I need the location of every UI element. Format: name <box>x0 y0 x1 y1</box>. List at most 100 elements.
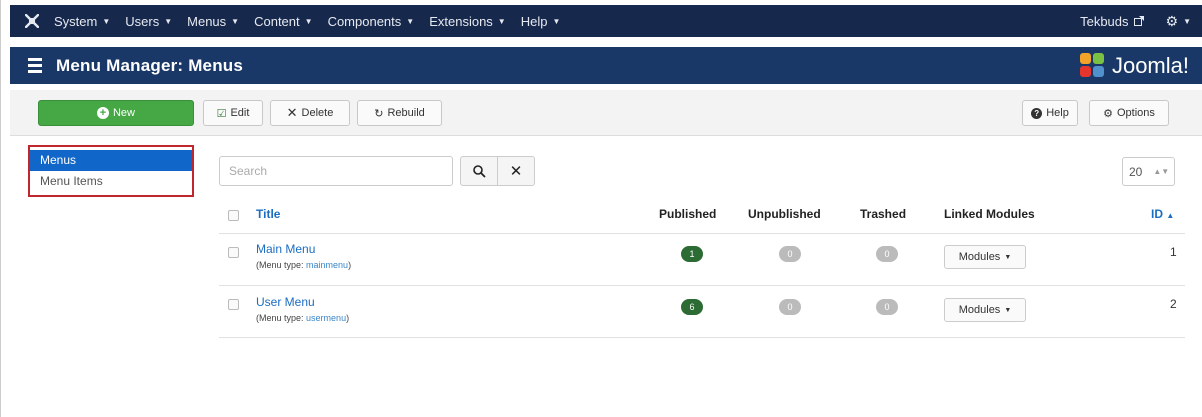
site-name: Tekbuds <box>1080 13 1129 29</box>
external-link-icon <box>1133 16 1144 26</box>
sidebar: Menus Menu Items <box>28 145 194 197</box>
menu-type-suffix: ) <box>346 313 350 323</box>
modules-dropdown-button[interactable]: Modules ▼ <box>944 298 1026 322</box>
page: System ▼ Users ▼ Menus ▼ Content ▼ Component… <box>0 0 1202 417</box>
nav-menu-content[interactable]: Content ▼ <box>254 14 312 29</box>
menu-type-suffix: ) <box>348 260 352 270</box>
joomla-logo-text: Joomla! <box>1111 52 1189 78</box>
column-header-linked-modules: Linked Modules <box>944 207 1035 221</box>
table-header-row: Title Published Unpublished Trashed Link… <box>219 198 1185 234</box>
caret-down-icon: ▼ <box>231 16 240 26</box>
nav-menu-components[interactable]: Components ▼ <box>328 14 415 29</box>
refresh-icon: ↻ <box>374 107 384 120</box>
delete-x-icon: ✕ <box>286 105 298 120</box>
menus-table: Title Published Unpublished Trashed Link… <box>219 198 1185 338</box>
modules-dropdown-button[interactable]: Modules ▼ <box>944 245 1026 269</box>
edit-icon: ☑ <box>216 107 227 120</box>
caret-down-icon: ▼ <box>1004 306 1012 314</box>
joomla-logo: Joomla! <box>1079 52 1189 79</box>
column-header-trashed: Trashed <box>860 207 907 221</box>
delete-button[interactable]: ✕ Delete <box>270 100 350 126</box>
table-row: Main Menu (Menu type: mainmenu) 1 0 0 Mo… <box>219 234 1185 286</box>
menu-type-text: (Menu type: usermenu) <box>256 313 349 323</box>
search-icon <box>472 164 486 178</box>
page-title: Menu Manager: Menus <box>56 55 244 75</box>
caret-down-icon: ▼ <box>552 16 561 26</box>
edit-button-label: Edit <box>230 107 250 119</box>
trashed-count-badge[interactable]: 0 <box>876 299 898 315</box>
menu-type-prefix: (Menu type: <box>256 260 304 270</box>
joomla-icon[interactable] <box>24 13 40 29</box>
options-button[interactable]: ⚙ Options <box>1089 100 1169 126</box>
menu-title-link[interactable]: User Menu <box>256 295 315 309</box>
menu-id: 1 <box>1170 245 1177 259</box>
column-header-title[interactable]: Title <box>256 207 280 221</box>
modules-label: Modules <box>958 251 1001 263</box>
rebuild-button[interactable]: ↻ Rebuild <box>357 100 442 126</box>
nav-menu-extensions[interactable]: Extensions ▼ <box>429 14 506 29</box>
new-button-label: New <box>112 107 135 119</box>
nav-menu-label: Content <box>254 13 300 29</box>
nav-menu-users[interactable]: Users ▼ <box>125 14 172 29</box>
caret-down-icon: ▼ <box>164 16 173 26</box>
sort-caret-icon: ▲ <box>1166 211 1175 220</box>
caret-down-icon: ▼ <box>1183 16 1191 26</box>
caret-down-icon: ▼ <box>102 16 111 26</box>
list-icon <box>28 58 42 73</box>
top-navbar: System ▼ Users ▼ Menus ▼ Content ▼ Component… <box>10 5 1202 37</box>
sidebar-item-menus[interactable]: Menus <box>30 150 192 171</box>
unpublished-count-badge[interactable]: 0 <box>779 299 801 315</box>
column-header-unpublished: Unpublished <box>748 207 821 221</box>
nav-menu-help[interactable]: Help ▼ <box>521 14 561 29</box>
new-button[interactable]: + New <box>38 100 194 126</box>
delete-button-label: Delete <box>301 107 334 119</box>
menu-type-text: (Menu type: mainmenu) <box>256 260 351 270</box>
list-limit-select[interactable]: 20 ▲▼ <box>1122 157 1175 186</box>
joomla-logo-icon <box>1079 52 1106 79</box>
plus-circle-icon: + <box>96 107 109 119</box>
select-arrows-icon: ▲▼ <box>1153 167 1170 176</box>
unpublished-count-badge[interactable]: 0 <box>779 246 801 262</box>
caret-down-icon: ▼ <box>406 16 415 26</box>
row-checkbox[interactable] <box>228 247 239 258</box>
search-button[interactable] <box>460 156 498 186</box>
modules-label: Modules <box>958 304 1001 316</box>
nav-menu-label: Users <box>125 13 160 29</box>
menu-type-value: usermenu <box>306 313 347 323</box>
clear-search-button[interactable]: ✕ <box>497 156 535 186</box>
gear-icon: ⚙ <box>1165 12 1179 29</box>
column-header-id-label: ID <box>1151 207 1163 221</box>
toolbar: + New ☑ Edit ✕ Delete ↻ Rebuild ? Help ⚙… <box>10 90 1202 136</box>
menu-type-value: mainmenu <box>306 260 349 270</box>
caret-down-icon: ▼ <box>1004 253 1012 261</box>
help-button[interactable]: ? Help <box>1022 100 1078 126</box>
nav-menu-label: Extensions <box>429 13 493 29</box>
column-header-id[interactable]: ID ▲ <box>1151 207 1174 221</box>
menu-title-link[interactable]: Main Menu <box>256 242 315 256</box>
nav-menu-label: System <box>54 13 98 29</box>
user-settings-menu[interactable]: ⚙ ▼ <box>1166 13 1191 30</box>
published-count-badge[interactable]: 6 <box>681 299 703 315</box>
search-input[interactable]: Search <box>219 156 453 186</box>
edit-button[interactable]: ☑ Edit <box>203 100 263 126</box>
check-all-checkbox[interactable] <box>228 210 239 221</box>
sidebar-item-menu-items[interactable]: Menu Items <box>30 171 192 192</box>
site-link[interactable]: Tekbuds <box>1080 13 1144 29</box>
nav-menu-menus[interactable]: Menus ▼ <box>187 14 239 29</box>
list-limit-value: 20 <box>1129 164 1143 179</box>
rebuild-button-label: Rebuild <box>387 107 425 119</box>
caret-down-icon: ▼ <box>304 16 313 26</box>
column-header-published: Published <box>659 207 717 221</box>
nav-menu-label: Help <box>520 13 548 29</box>
options-button-label: Options <box>1116 107 1155 119</box>
nav-menu-label: Components <box>327 13 402 29</box>
trashed-count-badge[interactable]: 0 <box>876 246 898 262</box>
menu-type-prefix: (Menu type: <box>256 313 304 323</box>
published-count-badge[interactable]: 1 <box>681 246 703 262</box>
nav-menu-system[interactable]: System ▼ <box>54 14 110 29</box>
gear-icon: ⚙ <box>1103 107 1113 120</box>
menu-id: 2 <box>1170 297 1177 311</box>
close-icon: ✕ <box>509 163 523 180</box>
help-button-label: Help <box>1046 107 1069 119</box>
row-checkbox[interactable] <box>228 299 239 310</box>
